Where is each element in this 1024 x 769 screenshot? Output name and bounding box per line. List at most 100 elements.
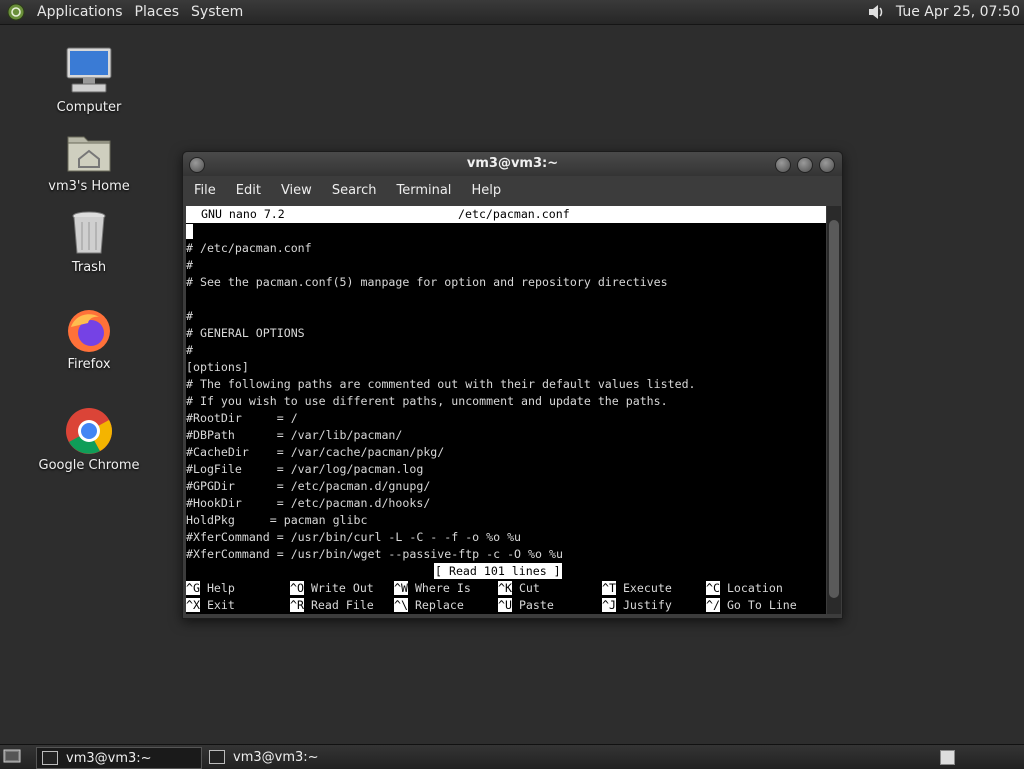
window-titlebar[interactable]: vm3@vm3:~ [183, 152, 842, 176]
shortcut-key: ^J [602, 598, 616, 612]
shortcut-label: Paste [518, 598, 554, 612]
menu-terminal[interactable]: Terminal [386, 183, 461, 198]
terminal-icon [42, 751, 58, 765]
clock[interactable]: Tue Apr 25, 07:50 [890, 4, 1024, 20]
shortcut-justify: ^J Justify [602, 597, 672, 614]
shortcut-label: Read File [310, 598, 374, 612]
editor-line: #CacheDir = /var/cache/pacman/pkg/ [186, 445, 445, 459]
places-menu[interactable]: Places [129, 4, 186, 20]
editor-line: #HookDir = /etc/pacman.d/hooks/ [186, 496, 431, 510]
distro-logo-icon[interactable] [7, 3, 25, 21]
bottom-panel: vm3@vm3:~ vm3@vm3:~ [0, 744, 1024, 769]
chrome-icon [66, 408, 112, 454]
shortcut-label: Go To Line [726, 598, 797, 612]
shortcut-key: ^T [602, 581, 616, 595]
editor-line: #XferCommand = /usr/bin/wget --passive-f… [186, 547, 563, 561]
shortcut-key: ^U [498, 598, 512, 612]
system-menu[interactable]: System [185, 4, 249, 20]
shortcut-help: ^G Help [186, 580, 235, 597]
terminal-window: vm3@vm3:~ File Edit View Search Terminal… [182, 151, 843, 619]
menu-file[interactable]: File [183, 183, 226, 198]
menu-view[interactable]: View [271, 183, 322, 198]
top-panel: Applications Places System Tue Apr 25, 0… [0, 0, 1024, 25]
shortcut-key: ^G [186, 581, 200, 595]
applications-menu[interactable]: Applications [31, 4, 129, 20]
shortcut-label: Cut [518, 581, 540, 595]
shortcut-exit: ^X Exit [186, 597, 235, 614]
desktop-icon-firefox[interactable]: Firefox [29, 307, 149, 372]
nano-filename: /etc/pacman.conf [458, 207, 570, 221]
shortcut-label: Write Out [310, 581, 374, 595]
editor-line: #GPGDir = /etc/pacman.d/gnupg/ [186, 479, 431, 493]
taskbar-item-terminal-1[interactable]: vm3@vm3:~ [36, 747, 202, 769]
shortcut-key: ^X [186, 598, 200, 612]
shortcut-label: Location [726, 581, 783, 595]
close-button[interactable] [819, 157, 835, 173]
nano-version: GNU nano 7.2 [201, 207, 285, 221]
shortcut-key: ^\ [394, 598, 408, 612]
maximize-button[interactable] [797, 157, 813, 173]
shortcut-key: ^W [394, 581, 408, 595]
editor-line: HoldPkg = pacman glibc [186, 513, 368, 527]
editor-line: #RootDir = / [186, 411, 298, 425]
menu-help[interactable]: Help [461, 183, 511, 198]
menu-edit[interactable]: Edit [226, 183, 271, 198]
editor-line: # /etc/pacman.conf [186, 241, 312, 255]
menu-search[interactable]: Search [322, 183, 387, 198]
task-label: vm3@vm3:~ [233, 749, 319, 765]
shortcut-replace: ^\ Replace [394, 597, 464, 614]
minimize-button[interactable] [775, 157, 791, 173]
shortcut-label: Where Is [414, 581, 471, 595]
desktop-icon-label: Computer [56, 100, 122, 115]
editor-line: # See the pacman.conf(5) manpage for opt… [186, 275, 668, 289]
shortcut-label: Help [206, 581, 235, 595]
shortcut-label: Execute [622, 581, 672, 595]
editor-line: # [186, 258, 193, 272]
shortcut-execute: ^T Execute [602, 580, 672, 597]
terminal-content[interactable]: GNU nano 7.2/etc/pacman.conf # /etc/pacm… [186, 206, 826, 614]
editor-line: #XferCommand = /usr/bin/curl -L -C - -f … [186, 530, 522, 544]
terminal-menubar: File Edit View Search Terminal Help [183, 178, 842, 202]
home-folder-icon [67, 136, 111, 172]
shortcut-paste: ^U Paste [498, 597, 554, 614]
desktop-icon-label: Firefox [67, 357, 111, 372]
show-desktop-icon[interactable] [3, 748, 21, 764]
shortcut-write-out: ^O Write Out [290, 580, 374, 597]
editor-line: # The following paths are commented out … [186, 377, 696, 391]
shortcut-where-is: ^W Where Is [394, 580, 471, 597]
shortcut-key: ^K [498, 581, 512, 595]
nano-header: GNU nano 7.2/etc/pacman.conf [186, 206, 826, 223]
shortcut-cut: ^K Cut [498, 580, 540, 597]
editor-line: # GENERAL OPTIONS [186, 326, 305, 340]
shortcut-key: ^R [290, 598, 304, 612]
shortcut-go-to-line: ^/ Go To Line [706, 597, 797, 614]
shortcut-key: ^O [290, 581, 304, 595]
desktop-icon-trash[interactable]: Trash [29, 208, 149, 275]
desktop-icon-label: Google Chrome [38, 458, 140, 473]
editor-line: # [186, 343, 193, 357]
shortcut-key: ^C [706, 581, 720, 595]
shortcut-key: ^/ [706, 598, 720, 612]
desktop-icon-label: vm3's Home [48, 179, 130, 194]
desktop-icon-home[interactable]: vm3's Home [29, 127, 149, 194]
nano-status: [ Read 101 lines ] [434, 563, 562, 579]
taskbar-item-terminal-2[interactable]: vm3@vm3:~ [204, 747, 368, 767]
shortcut-read-file: ^R Read File [290, 597, 374, 614]
terminal-scrollbar[interactable] [827, 206, 841, 614]
shortcut-label: Replace [414, 598, 464, 612]
volume-icon[interactable] [866, 2, 886, 22]
editor-line [186, 223, 193, 240]
window-title: vm3@vm3:~ [466, 156, 559, 171]
desktop-icon-chrome[interactable]: Google Chrome [29, 406, 149, 473]
desktop-icon-computer[interactable]: Computer [29, 46, 149, 115]
scrollbar-thumb[interactable] [829, 220, 839, 598]
shortcut-label: Exit [206, 598, 235, 612]
terminal-icon [209, 750, 225, 764]
editor-line: # If you wish to use different paths, un… [186, 394, 668, 408]
computer-icon [66, 47, 112, 93]
firefox-icon [68, 310, 110, 352]
task-label: vm3@vm3:~ [66, 750, 152, 766]
workspace-switcher[interactable] [940, 750, 955, 765]
trash-icon [72, 211, 106, 254]
shortcut-label: Justify [622, 598, 672, 612]
